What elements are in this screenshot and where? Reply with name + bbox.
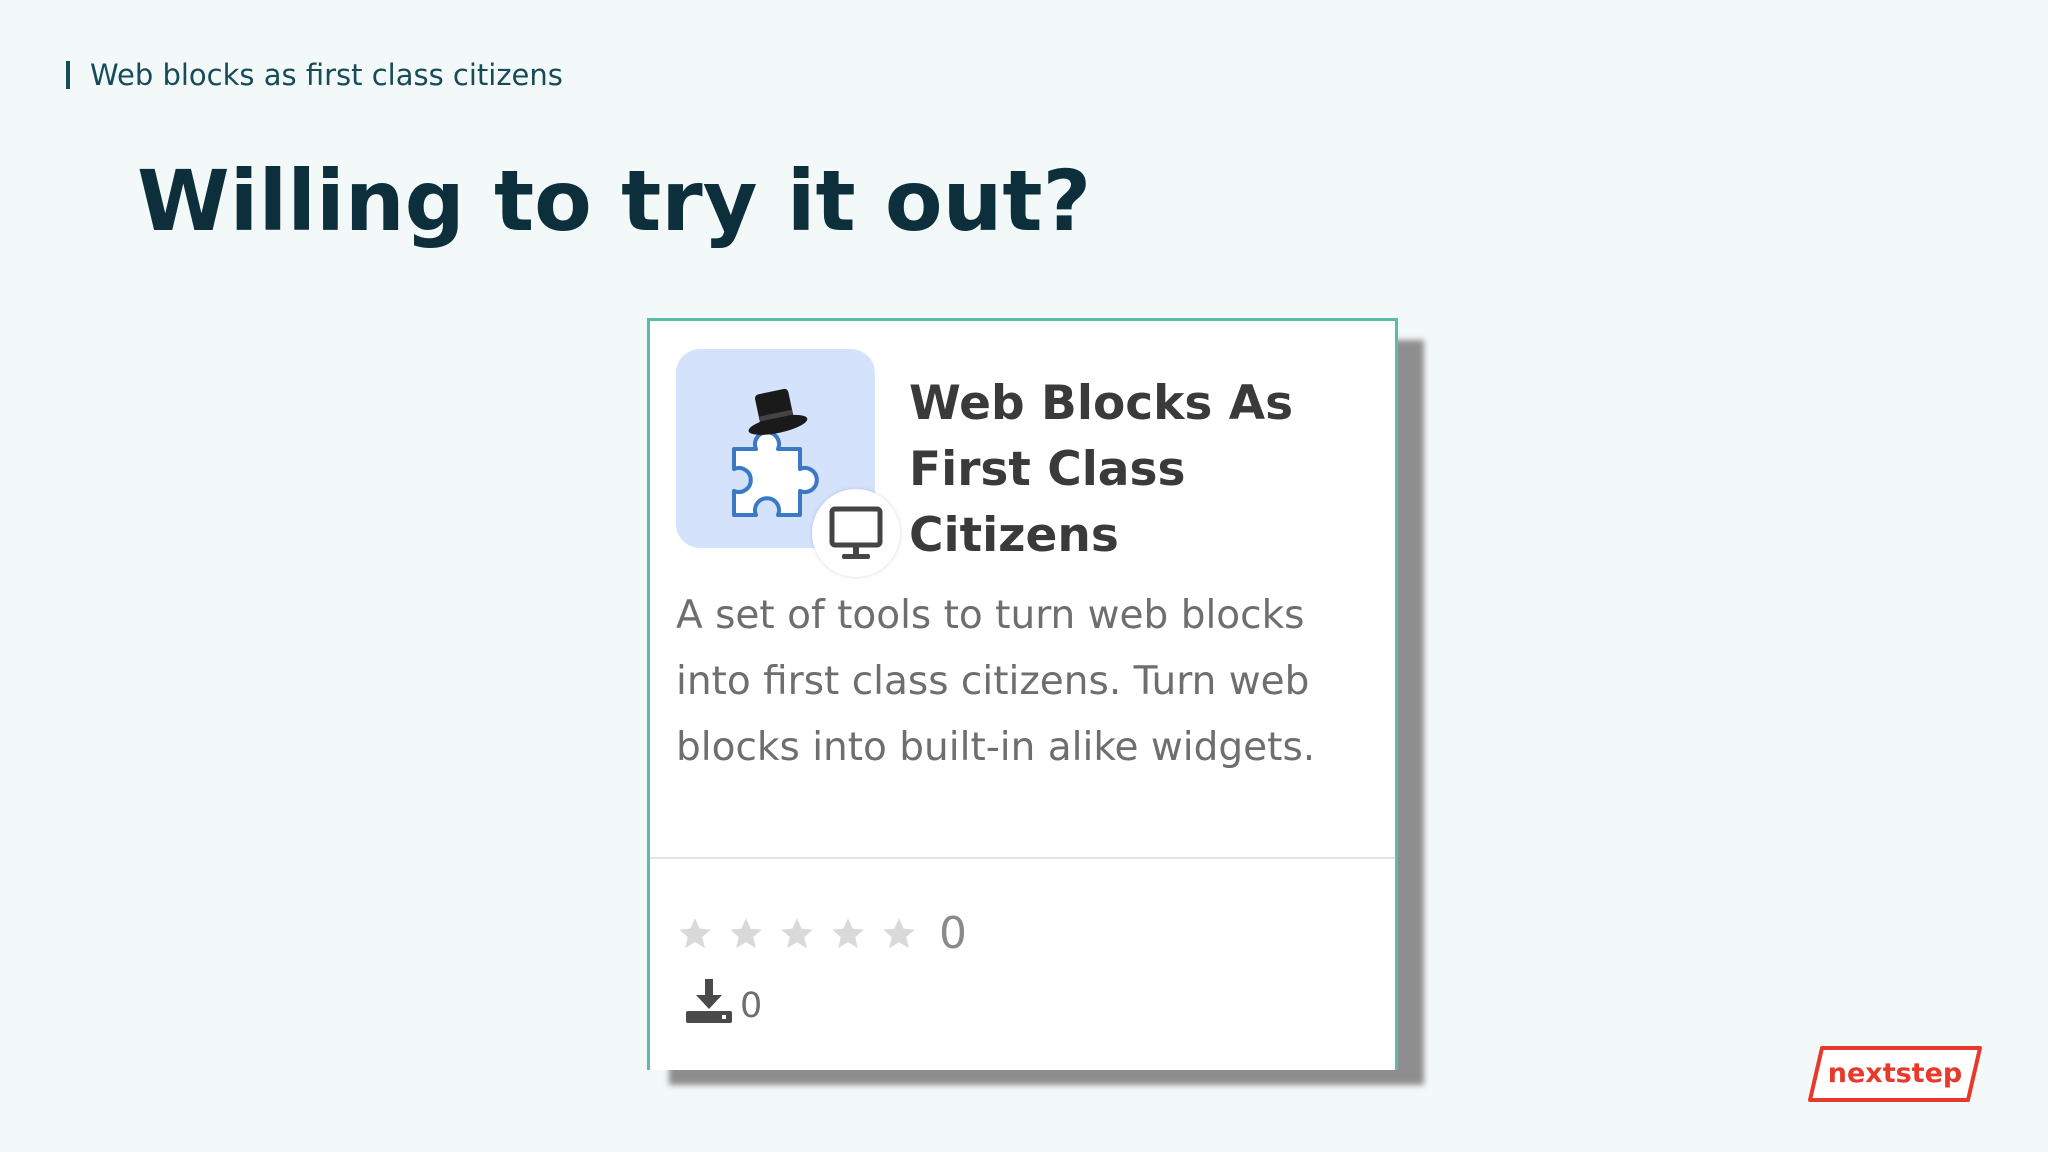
rating-count: 0 bbox=[939, 908, 967, 959]
card-divider bbox=[650, 857, 1395, 859]
platform-badge bbox=[812, 489, 900, 577]
logo-text: nextstep bbox=[1827, 1058, 1963, 1089]
nextstep-logo: nextstep bbox=[1806, 1045, 1984, 1103]
card-description: A set of tools to turn web blocks into f… bbox=[676, 593, 1316, 770]
breadcrumb-label: Web blocks as first class citizens bbox=[90, 58, 563, 92]
page-title: Willing to try it out? bbox=[137, 152, 1092, 250]
star-icon bbox=[781, 917, 813, 948]
component-card[interactable]: Web Blocks As First Class Citizens A set… bbox=[647, 318, 1398, 1070]
card-title[interactable]: Web Blocks As First Class Citizens bbox=[909, 371, 1369, 569]
star-icon bbox=[679, 917, 711, 948]
download-count: 0 bbox=[740, 986, 763, 1026]
breadcrumb-bar bbox=[66, 61, 70, 89]
star-icon bbox=[883, 917, 915, 948]
star-icon bbox=[730, 917, 762, 948]
downloads: 0 bbox=[684, 977, 762, 1025]
rating: 0 bbox=[676, 908, 967, 959]
star-icon bbox=[832, 917, 864, 948]
download-icon bbox=[686, 979, 732, 1023]
breadcrumb: Web blocks as first class citizens bbox=[66, 58, 563, 92]
monitor-icon bbox=[829, 506, 883, 559]
